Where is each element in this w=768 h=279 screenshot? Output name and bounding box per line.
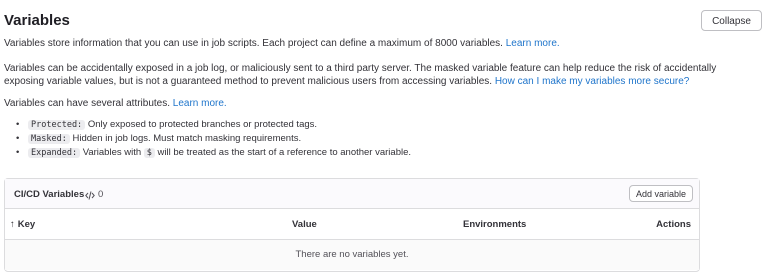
table-header: ↑ Key Value Environments Actions — [5, 209, 699, 240]
column-key-label: Key — [17, 219, 36, 230]
attribute-desc: Hidden in job logs. Must match masking r… — [72, 133, 302, 144]
attributes-paragraph: Variables can have several attributes. L… — [4, 97, 227, 110]
dollar-symbol: $ — [143, 148, 155, 158]
attributes-list: • Protected: Only exposed to protected b… — [16, 118, 411, 160]
attribute-masked: • Masked: Hidden in job logs. Must match… — [16, 132, 411, 146]
collapse-button[interactable]: Collapse — [701, 10, 762, 31]
column-value: Value — [292, 219, 317, 230]
empty-state: There are no variables yet. — [5, 240, 699, 270]
attribute-desc-before: Variables with — [82, 147, 142, 158]
attribute-expanded: • Expanded: Variables with $ will be tre… — [16, 146, 411, 160]
column-actions: Actions — [656, 219, 691, 230]
attribute-name: Expanded: — [28, 148, 81, 158]
variables-count: 0 — [98, 189, 104, 200]
intro-paragraph: Variables store information that you can… — [4, 37, 560, 50]
attribute-name: Masked: — [28, 134, 70, 144]
warning-paragraph: Variables can be accidentally exposed in… — [4, 62, 724, 88]
bullet: • — [16, 147, 20, 158]
attribute-desc-after: will be treated as the start of a refere… — [157, 147, 412, 158]
column-key[interactable]: ↑ Key — [10, 219, 35, 230]
section-title: Variables — [4, 12, 70, 29]
bullet: • — [16, 133, 20, 144]
intro-text: Variables store information that you can… — [4, 38, 503, 49]
bullet: • — [16, 119, 20, 130]
card-title: CI/CD Variables — [14, 189, 85, 200]
column-environments: Environments — [463, 219, 527, 230]
attributes-text: Variables can have several attributes. — [4, 98, 171, 109]
intro-learn-more-link[interactable]: Learn more. — [506, 38, 560, 49]
variables-card: CI/CD Variables 0 Add variable ↑ Key Valu… — [4, 178, 700, 272]
sort-arrow-icon[interactable]: ↑ — [10, 219, 15, 230]
attribute-protected: • Protected: Only exposed to protected b… — [16, 118, 411, 132]
card-header: CI/CD Variables 0 Add variable — [5, 179, 699, 209]
attributes-learn-more-link[interactable]: Learn more. — [173, 98, 227, 109]
attribute-name: Protected: — [28, 120, 86, 130]
add-variable-button[interactable]: Add variable — [628, 185, 693, 202]
code-icon — [85, 188, 95, 206]
secure-variables-link[interactable]: How can I make my variables more secure? — [495, 76, 690, 87]
attribute-desc: Only exposed to protected branches or pr… — [87, 119, 318, 130]
